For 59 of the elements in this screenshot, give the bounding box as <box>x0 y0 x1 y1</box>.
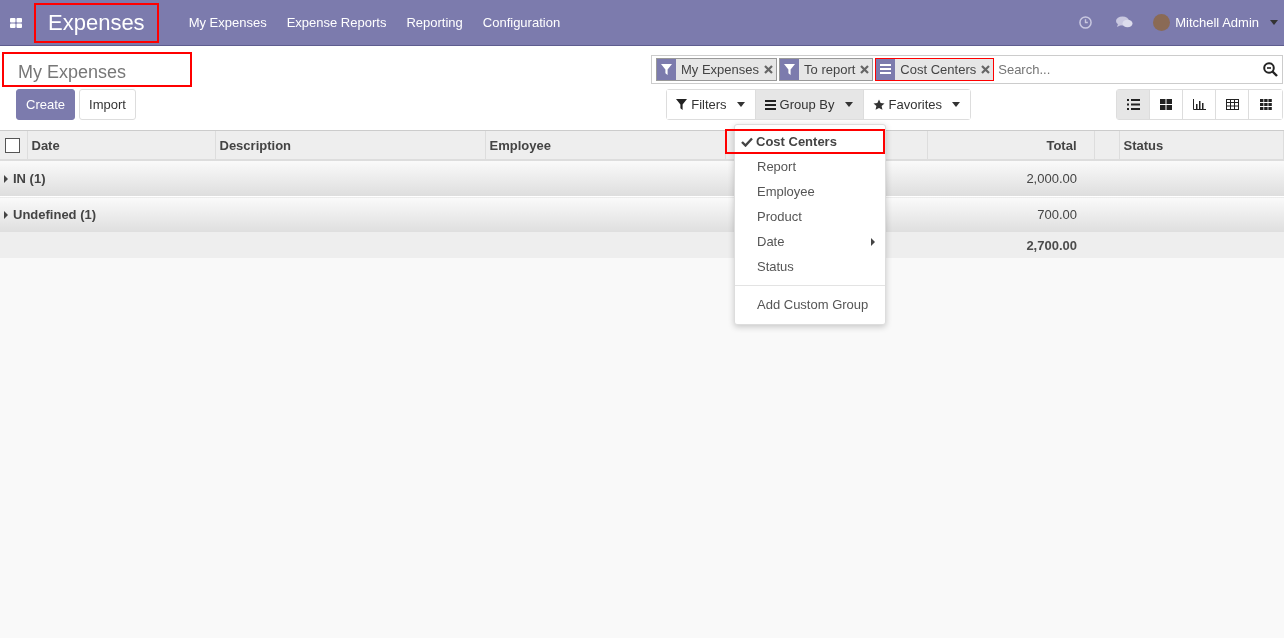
caret-icon[interactable] <box>4 210 8 219</box>
group-total: 700.00 <box>1037 207 1077 222</box>
dropdown-item[interactable]: Cost Centers <box>725 129 885 154</box>
dropdown-item[interactable]: Report <box>735 154 885 179</box>
group-label[interactable]: IN (1) <box>13 171 46 186</box>
filter-icon <box>784 63 796 75</box>
user-name[interactable]: Mitchell Admin <box>1175 15 1259 30</box>
dropdown-item[interactable]: Add Custom Group <box>735 292 885 317</box>
menu-icon <box>764 99 776 110</box>
create-button[interactable]: Create <box>16 89 76 120</box>
caret-icon <box>871 237 875 246</box>
group-total: 2,000.00 <box>1026 171 1077 186</box>
check-icon <box>741 136 753 147</box>
dropdown-item[interactable]: Date <box>735 229 885 254</box>
column-header[interactable]: Date <box>31 137 60 153</box>
page-title: My Expenses <box>2 51 192 87</box>
menu-item[interactable]: My Expenses <box>178 15 277 30</box>
caret-icon <box>736 102 745 107</box>
grand-total: 2,700.00 <box>1026 237 1077 253</box>
group-label[interactable]: Undefined (1) <box>13 207 97 222</box>
search-field[interactable]: My Expenses To report Cost Centers Search... <box>651 54 1283 84</box>
import-button[interactable]: Import <box>79 89 136 120</box>
remove-icon[interactable] <box>981 64 991 74</box>
view-switch-button[interactable] <box>1117 90 1150 119</box>
menu-item[interactable]: Reporting <box>396 15 473 30</box>
dropdown-item[interactable]: Product <box>735 204 885 229</box>
column-header[interactable]: Status <box>1123 137 1164 153</box>
caret-icon[interactable] <box>4 174 8 183</box>
bar-chart-icon <box>1192 99 1206 110</box>
app-title: Expenses <box>34 2 159 43</box>
menu-item[interactable]: Configuration <box>472 15 571 30</box>
search-menu-button[interactable]: Group By <box>755 90 864 119</box>
column-header[interactable]: Employee <box>489 137 551 153</box>
caret-icon <box>1270 20 1278 25</box>
checkbox[interactable] <box>5 137 20 153</box>
caret-icon <box>844 102 853 107</box>
column-header[interactable]: Description <box>219 137 291 153</box>
grid-view-icon <box>1259 99 1272 110</box>
kanban-view-icon <box>1160 99 1172 110</box>
remove-icon[interactable] <box>860 64 870 74</box>
table-icon <box>1225 99 1239 110</box>
search-menu-button[interactable]: Filters <box>667 90 756 119</box>
search-facet[interactable]: Cost Centers <box>875 57 995 81</box>
apps-icon[interactable] <box>10 17 22 28</box>
filter-icon <box>661 63 672 75</box>
remove-icon[interactable] <box>764 64 774 74</box>
search-facet[interactable]: My Expenses <box>656 57 778 81</box>
dropdown-item[interactable]: Employee <box>735 179 885 204</box>
search-facet[interactable]: To report <box>779 57 874 81</box>
menu-icon <box>880 64 892 74</box>
search-icon[interactable] <box>1263 61 1278 77</box>
filter-icon <box>676 99 688 110</box>
chat-icon[interactable] <box>1116 16 1134 29</box>
list-view-icon <box>1126 99 1140 110</box>
dropdown-item[interactable]: Status <box>735 254 885 279</box>
menu-item[interactable]: Expense Reports <box>276 15 397 30</box>
star-icon <box>872 98 885 111</box>
column-header[interactable]: Total <box>1046 137 1077 153</box>
caret-icon <box>952 102 960 107</box>
